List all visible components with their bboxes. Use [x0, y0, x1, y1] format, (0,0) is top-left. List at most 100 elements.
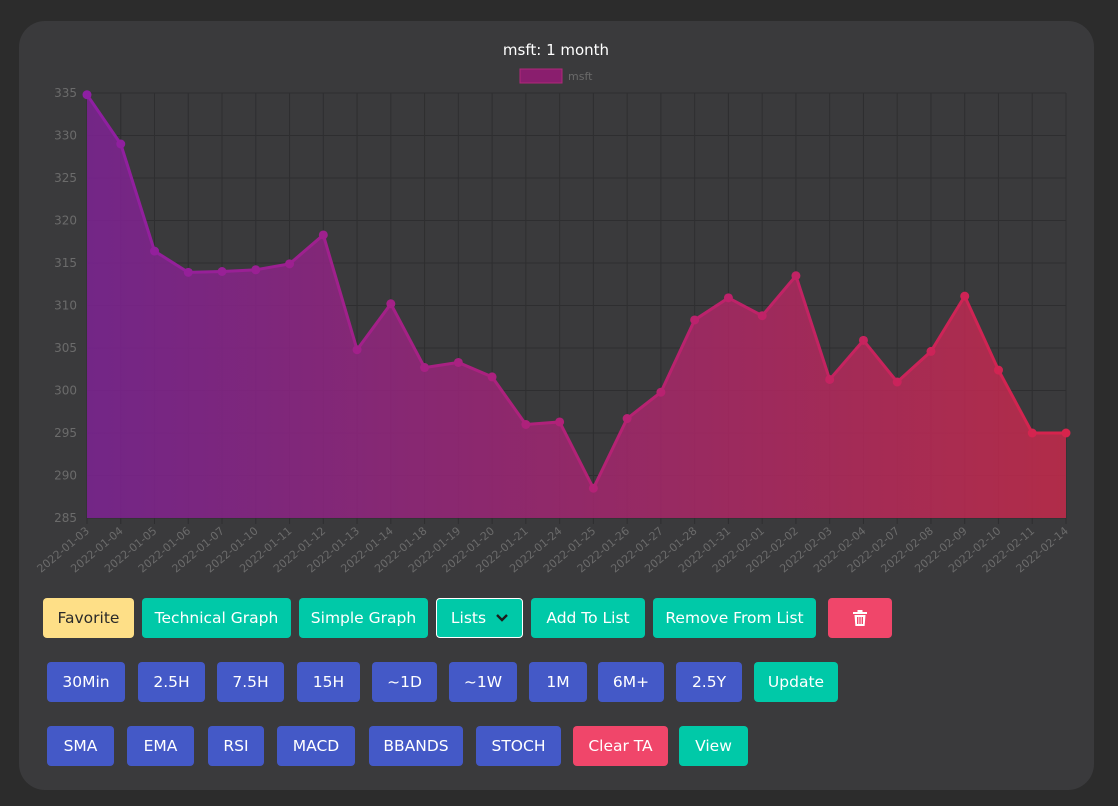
add-to-list-button[interactable]: Add To List: [531, 598, 645, 638]
data-point[interactable]: [352, 345, 362, 355]
data-point[interactable]: [757, 311, 767, 321]
timeframe-6m-button[interactable]: 6M+: [598, 662, 664, 702]
timeframe-label: 2.5Y: [691, 673, 727, 691]
data-point[interactable]: [150, 246, 160, 256]
y-axis-ticks: 285 290 295 300 305 310 315 320 325 330 335: [54, 86, 77, 525]
data-point[interactable]: [588, 483, 598, 493]
bbands-button[interactable]: BBANDS: [369, 726, 463, 766]
indicator-label: EMA: [143, 737, 178, 755]
rsi-button[interactable]: RSI: [208, 726, 264, 766]
legend-label: msft: [568, 70, 593, 83]
delete-button[interactable]: [828, 598, 892, 638]
remove-from-list-label: Remove From List: [665, 609, 804, 627]
timeframe-label: 1M: [546, 673, 570, 691]
clear-ta-button[interactable]: Clear TA: [573, 726, 668, 766]
data-point[interactable]: [386, 299, 396, 309]
indicator-label: STOCH: [491, 737, 546, 755]
data-point[interactable]: [622, 414, 632, 424]
data-point[interactable]: [1027, 428, 1037, 438]
timeframe-2.5h-button[interactable]: 2.5H: [138, 662, 205, 702]
simple-graph-label: Simple Graph: [310, 609, 417, 627]
timeframe-label: 6M+: [612, 673, 650, 691]
timeframe-label: ~1D: [387, 673, 422, 691]
data-point[interactable]: [217, 267, 227, 276]
y-tick-label: 330: [54, 129, 77, 143]
add-to-list-label: Add To List: [546, 609, 630, 627]
simple-graph-button[interactable]: Simple Graph: [299, 598, 428, 638]
data-point[interactable]: [892, 377, 902, 387]
y-tick-label: 315: [54, 256, 77, 270]
timeframe-7.5h-button[interactable]: 7.5H: [217, 662, 284, 702]
indicator-label: SMA: [63, 737, 98, 755]
remove-from-list-button[interactable]: Remove From List: [653, 598, 816, 638]
stoch-button[interactable]: STOCH: [476, 726, 561, 766]
data-point[interactable]: [656, 387, 666, 397]
y-tick-label: 325: [54, 171, 77, 185]
sma-button[interactable]: SMA: [47, 726, 114, 766]
timeframe-1m-button[interactable]: 1M: [529, 662, 587, 702]
technical-graph-button[interactable]: Technical Graph: [142, 598, 291, 638]
timeframe-label: 15H: [312, 673, 345, 691]
data-point[interactable]: [318, 230, 328, 240]
update-label: Update: [767, 673, 825, 691]
y-tick-label: 335: [54, 86, 77, 100]
y-tick-label: 310: [54, 299, 77, 313]
view-button[interactable]: View: [679, 726, 748, 766]
data-point[interactable]: [183, 267, 193, 277]
favorite-button[interactable]: Favorite: [43, 598, 134, 638]
timeframe-label: 2.5H: [153, 673, 190, 691]
timeframe-label: 30Min: [62, 673, 110, 691]
indicator-label: RSI: [223, 737, 249, 755]
chart-card: msft: 1 month msft 285 290 295 300 305 310 315…: [19, 21, 1094, 790]
y-tick-label: 290: [54, 469, 77, 483]
timeframe-15h-button[interactable]: 15H: [297, 662, 360, 702]
favorite-label: Favorite: [57, 609, 120, 627]
data-point[interactable]: [723, 293, 733, 303]
timeframe-label: ~1W: [463, 673, 503, 691]
data-point[interactable]: [420, 363, 430, 373]
timeframe-1d-button[interactable]: ~1D: [372, 662, 437, 702]
legend-swatch: [519, 68, 563, 84]
chevron-down-icon: [496, 614, 508, 622]
data-point[interactable]: [82, 90, 92, 100]
timeframe-1w-button[interactable]: ~1W: [449, 662, 517, 702]
data-point[interactable]: [926, 346, 936, 356]
technical-graph-label: Technical Graph: [154, 609, 279, 627]
lists-select[interactable]: Lists: [436, 598, 523, 638]
data-point[interactable]: [690, 315, 700, 325]
data-point[interactable]: [251, 265, 261, 275]
indicator-label: BBANDS: [383, 737, 449, 755]
y-tick-label: 300: [54, 384, 77, 398]
data-point[interactable]: [960, 291, 970, 301]
data-point[interactable]: [791, 271, 801, 281]
clear-ta-label: Clear TA: [588, 737, 653, 755]
data-point[interactable]: [825, 374, 835, 384]
y-tick-label: 305: [54, 341, 77, 355]
trash-icon: [853, 610, 867, 626]
data-point[interactable]: [858, 335, 868, 345]
indicator-label: MACD: [292, 737, 340, 755]
view-label: View: [695, 737, 732, 755]
data-point[interactable]: [993, 365, 1003, 375]
price-chart: msft: 1 month msft 285 290 295 300 305 310 315…: [35, 41, 1071, 575]
data-point[interactable]: [1061, 428, 1071, 438]
macd-button[interactable]: MACD: [277, 726, 355, 766]
data-point[interactable]: [116, 139, 126, 149]
x-axis-ticks: 2022-01-032022-01-042022-01-052022-01-06…: [35, 524, 1071, 575]
data-point[interactable]: [285, 259, 295, 269]
timeframe-30min-button[interactable]: 30Min: [47, 662, 125, 702]
timeframe-label: 7.5H: [232, 673, 269, 691]
y-tick-label: 295: [54, 426, 77, 440]
data-point[interactable]: [487, 372, 497, 382]
data-point[interactable]: [453, 357, 463, 367]
y-tick-label: 320: [54, 214, 77, 228]
legend[interactable]: msft: [519, 68, 593, 84]
chart-title: msft: 1 month: [503, 41, 609, 59]
ema-button[interactable]: EMA: [127, 726, 194, 766]
y-tick-label: 285: [54, 511, 77, 525]
data-point[interactable]: [521, 420, 531, 429]
data-point[interactable]: [555, 417, 565, 427]
lists-label: Lists: [450, 609, 487, 627]
timeframe-2.5y-button[interactable]: 2.5Y: [676, 662, 742, 702]
update-button[interactable]: Update: [754, 662, 838, 702]
